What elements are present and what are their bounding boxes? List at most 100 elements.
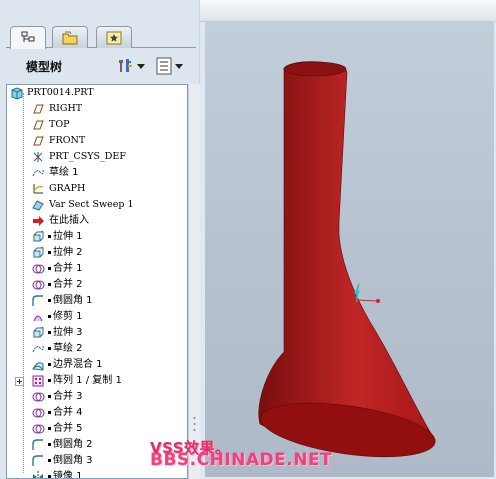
tree-item-label: 草绘 1 (49, 167, 79, 178)
feature-marker (48, 251, 51, 254)
csys-marker (354, 283, 380, 303)
tree-item-label: 合并 5 (53, 423, 83, 434)
graphics-viewport[interactable] (205, 22, 494, 477)
tree-item[interactable]: 边界混合 1 (7, 357, 187, 373)
tree-item[interactable]: 合并 1 (7, 261, 187, 277)
feature-marker (48, 331, 51, 334)
tree-root-label: PRT0014.PRT (27, 87, 94, 98)
sketch-icon (32, 345, 44, 353)
tree-item[interactable]: RIGHT (7, 101, 187, 117)
tree-item[interactable]: 合并 3 (7, 389, 187, 405)
tab-folder-browser[interactable] (52, 26, 88, 48)
round-icon (32, 439, 43, 450)
tree-item[interactable]: 草绘 2 (7, 341, 187, 357)
list-icon (156, 57, 172, 75)
merge-icon (32, 280, 45, 290)
tree-root[interactable]: PRT0014.PRT (7, 85, 187, 101)
expand-icon[interactable] (15, 377, 24, 386)
tree-item-label: FRONT (49, 135, 86, 146)
tree-item[interactable]: GRAPH (7, 181, 187, 197)
tree-item-label: 镜像 1 (53, 471, 83, 479)
feature-marker (48, 379, 51, 382)
datum-plane-icon (33, 120, 44, 130)
tree-item[interactable]: PRT_CSYS_DEF (7, 149, 187, 165)
tree-item[interactable]: FRONT (7, 133, 187, 149)
tree-item-label: 拉伸 1 (53, 231, 83, 242)
tree-item-label: TOP (49, 119, 70, 130)
model-render[interactable] (205, 22, 494, 477)
insert-here-icon (33, 216, 44, 226)
feature-marker (48, 315, 51, 318)
tree-item-label: 拉伸 2 (53, 247, 83, 258)
tree-icon (21, 31, 35, 42)
tree-item[interactable]: 倒圆角 1 (7, 293, 187, 309)
merge-icon (32, 392, 45, 402)
tree-item-label: 合并 2 (53, 279, 83, 290)
tree-item-label: 阵列 1 / 复制 1 (53, 375, 122, 386)
chevron-down-icon (175, 63, 183, 69)
tree-item[interactable]: 拉伸 3 (7, 325, 187, 341)
model-tree-header: 模型树 (6, 52, 196, 80)
navigator-panel: 模型树 PRT0014.PRT RIGHT TOP FRONT PRT_CSYS… (0, 0, 200, 479)
tools-icon (119, 59, 132, 72)
tree-item[interactable]: 拉伸 1 (7, 229, 187, 245)
feature-marker (48, 395, 51, 398)
top-opening (283, 61, 347, 77)
feature-marker (48, 363, 51, 366)
feature-marker (48, 459, 51, 462)
feature-marker (48, 267, 51, 270)
model-tree[interactable]: PRT0014.PRT RIGHT TOP FRONT PRT_CSYS_DEF 草绘 … (6, 84, 188, 479)
tree-item[interactable]: 合并 4 (7, 405, 187, 421)
feature-marker (48, 235, 51, 238)
tree-item[interactable]: 修剪 1 (7, 309, 187, 325)
navigator-tabs (6, 26, 196, 49)
feature-marker (48, 411, 51, 414)
sweep-icon (32, 200, 44, 211)
boundary-blend-icon (32, 362, 44, 371)
tree-item-label: 草绘 2 (53, 343, 83, 354)
settings-menu-button[interactable] (116, 56, 145, 76)
extrude-icon (33, 230, 44, 242)
datum-plane-icon (33, 136, 44, 146)
pattern-icon (32, 375, 44, 387)
merge-icon (32, 424, 45, 434)
datum-plane-icon (33, 104, 44, 114)
tree-item-label: 合并 4 (53, 407, 83, 418)
mirror-icon (33, 471, 43, 478)
tab-model-tree[interactable] (10, 26, 46, 49)
tree-item[interactable]: TOP (7, 117, 187, 133)
tree-item[interactable]: 在此插入 (7, 213, 187, 229)
tab-favorites[interactable] (96, 26, 132, 48)
tree-item[interactable]: 阵列 1 / 复制 1 (7, 373, 187, 389)
sketch-icon (32, 169, 44, 177)
tree-scrollbar[interactable] (188, 84, 200, 479)
feature-marker (48, 475, 51, 478)
tree-item-label: 在此插入 (49, 215, 89, 226)
merge-icon (32, 264, 45, 274)
star-icon (106, 31, 122, 44)
tree-item[interactable]: 镜像 1 (7, 469, 187, 479)
tree-item-label: 倒圆角 2 (53, 439, 93, 450)
tree-item-label: 倒圆角 3 (53, 455, 93, 466)
tree-item-label: 边界混合 1 (53, 359, 103, 370)
tree-item-label: 拉伸 3 (53, 327, 83, 338)
tree-item[interactable]: 合并 5 (7, 421, 187, 437)
feature-marker (48, 299, 51, 302)
extrude-icon (33, 326, 44, 338)
round-icon (32, 295, 43, 306)
tree-item[interactable]: 合并 2 (7, 277, 187, 293)
chevron-down-icon (137, 63, 145, 69)
feature-marker (48, 283, 51, 286)
tree-item[interactable]: 草绘 1 (7, 165, 187, 181)
surface-body[interactable] (258, 61, 436, 446)
tree-item[interactable]: Var Sect Sweep 1 (7, 197, 187, 213)
tree-item[interactable]: 拉伸 2 (7, 245, 187, 261)
show-menu-button[interactable] (156, 56, 183, 76)
trim-icon (33, 315, 43, 322)
part-icon (11, 87, 23, 100)
round-icon (32, 455, 43, 466)
feature-marker (48, 443, 51, 446)
tree-item-label: RIGHT (49, 103, 83, 114)
tree-item-label: Var Sect Sweep 1 (49, 199, 134, 210)
folder-icon (62, 31, 78, 44)
